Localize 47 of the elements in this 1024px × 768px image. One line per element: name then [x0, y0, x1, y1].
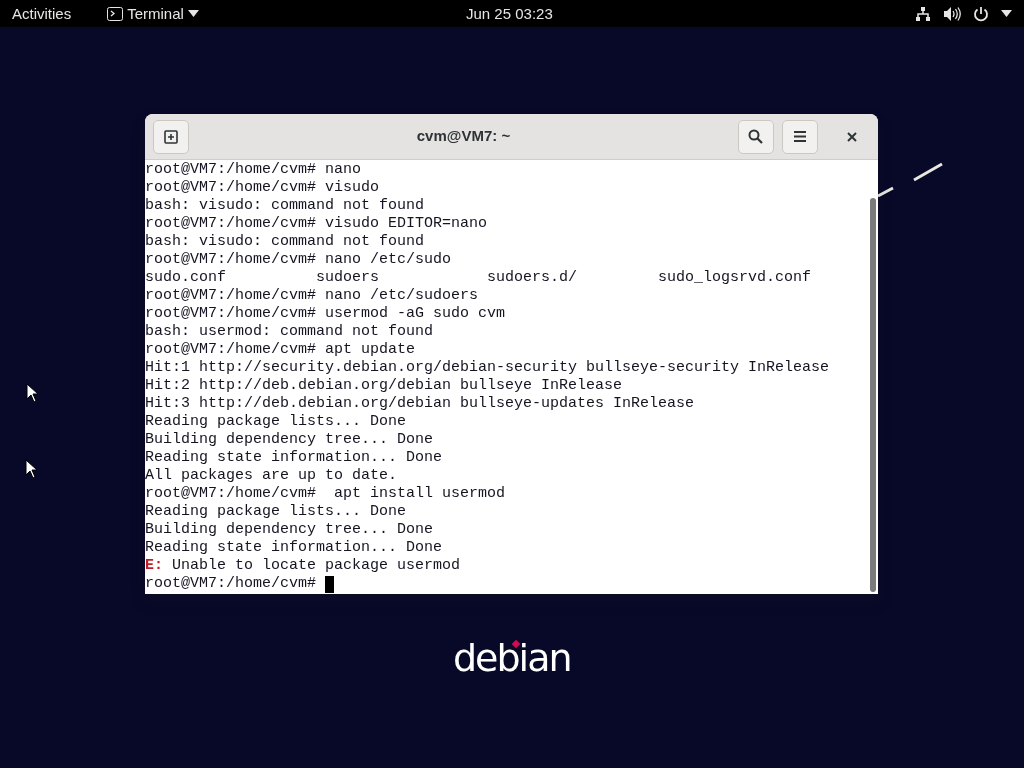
terminal-line: Building dependency tree... Done — [145, 431, 434, 449]
scrollbar[interactable] — [868, 160, 878, 594]
terminal-line: Hit:1 http://security.debian.org/debian-security bullseye-security InRelease — [145, 359, 830, 377]
terminal-line: Hit:3 http://deb.debian.org/debian bullseye-updates InRelease — [145, 395, 695, 413]
menu-icon — [794, 131, 806, 142]
terminal-line: root@VM7:/home/cvm# visudo — [145, 179, 380, 197]
terminal-line: root@VM7:/home/cvm# nano — [145, 161, 362, 179]
volume-icon[interactable] — [943, 5, 961, 22]
caret-icon — [187, 10, 199, 17]
search-icon — [748, 129, 764, 144]
terminal-line: Reading package lists... Done — [145, 503, 407, 521]
terminal-line: Hit:2 http://deb.debian.org/debian bullseye InRelease — [145, 377, 623, 395]
pointer-icon — [25, 459, 38, 479]
new-tab-button[interactable] — [153, 119, 189, 154]
terminal-line: Reading state information... Done — [145, 539, 443, 557]
debian-logo: debian — [453, 635, 571, 682]
terminal-line: root@VM7:/home/cvm# visudo EDITOR=nano — [145, 215, 488, 233]
terminal-line: Reading package lists... Done — [145, 413, 407, 431]
terminal-line: bash: visudo: command not found — [145, 233, 425, 251]
stroke-drawing — [876, 162, 944, 198]
network-icon[interactable] — [915, 5, 931, 22]
terminal-line: root@VM7:/home/cvm# usermod -aG sudo cvm — [145, 305, 506, 323]
terminal-line: root@VM7:/home/cvm# apt install usermod — [145, 485, 506, 503]
terminal-line: All packages are up to date. — [145, 467, 398, 485]
scrollbar-thumb[interactable] — [870, 198, 876, 592]
menu-button[interactable] — [782, 119, 818, 154]
window-title: cvm@VM7: ~ — [416, 126, 511, 147]
clock[interactable]: Jun 25 03:23 — [466, 0, 553, 27]
app-menu[interactable]: Terminal — [107, 0, 199, 27]
terminal-line: bash: usermod: command not found — [145, 323, 434, 341]
terminal-line: E: Unable to locate package usermod — [145, 557, 461, 575]
terminal-line: root@VM7:/home/cvm# — [145, 575, 318, 593]
terminal-line: sudo.conf sudoers sudoers.d/ sudo_logsrvd.conf — [145, 269, 812, 287]
pointer-icon — [26, 383, 39, 403]
close-icon — [847, 131, 857, 142]
new-tab-icon — [164, 129, 178, 144]
terminal-line: root@VM7:/home/cvm# nano /etc/sudoers — [145, 287, 479, 305]
search-button[interactable] — [738, 119, 774, 154]
power-icon[interactable] — [973, 5, 989, 22]
activities-button[interactable]: Activities — [12, 0, 72, 27]
terminal-line: bash: visudo: command not found — [145, 197, 425, 215]
terminal-line: Reading state information... Done — [145, 449, 443, 467]
terminal-line: Building dependency tree... Done — [145, 521, 434, 539]
terminal-line: root@VM7:/home/cvm# nano /etc/sudo — [145, 251, 452, 269]
caret-icon[interactable] — [1001, 10, 1012, 17]
terminal-line: root@VM7:/home/cvm# apt update — [145, 341, 416, 359]
terminal-icon — [107, 6, 124, 21]
